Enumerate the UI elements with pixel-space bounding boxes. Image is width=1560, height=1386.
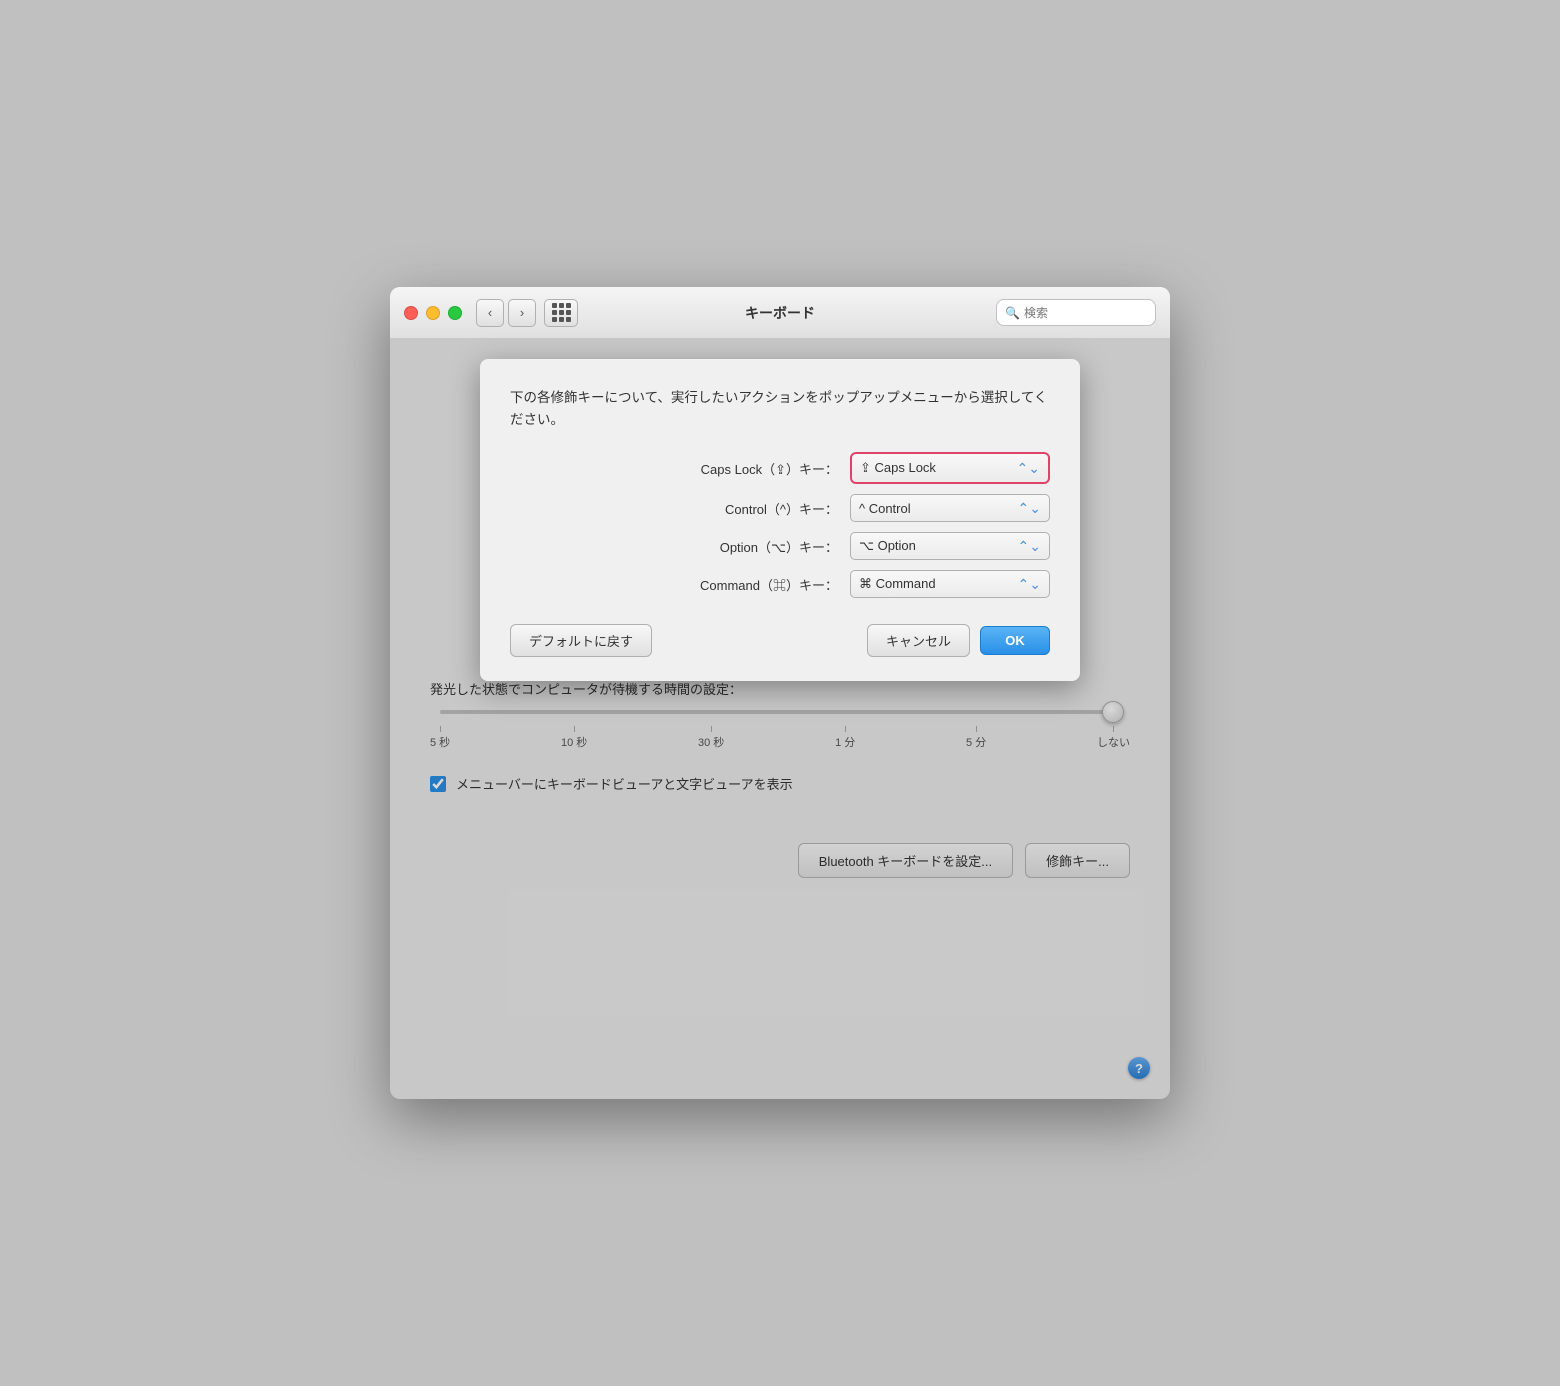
command-value: ⌘ Command: [859, 576, 936, 592]
caps-lock-row: Caps Lock（⇪）キー： ⇪ Caps Lock ⌃⌄: [510, 452, 1050, 484]
modifier-rows: Caps Lock（⇪）キー： ⇪ Caps Lock ⌃⌄ Control（^…: [510, 452, 1050, 598]
dialog-description: 下の各修飾キーについて、実行したいアクションをポップアップメニューから選択してく…: [510, 387, 1050, 430]
traffic-lights: [404, 306, 462, 320]
option-row: Option（⌥）キー： ⌥ Option ⌃⌄: [510, 532, 1050, 560]
maximize-button[interactable]: [448, 306, 462, 320]
option-label: Option（⌥）キー：: [638, 537, 838, 556]
option-select[interactable]: ⌥ Option ⌃⌄: [850, 532, 1050, 560]
dialog-overlay: 下の各修飾キーについて、実行したいアクションをポップアップメニューから選択してく…: [390, 339, 1170, 1099]
back-button[interactable]: ‹: [476, 299, 504, 327]
caps-lock-select[interactable]: ⇪ Caps Lock ⌃⌄: [850, 452, 1050, 484]
nav-buttons: ‹ ›: [476, 299, 536, 327]
titlebar: ‹ › キーボード 🔍 ✕: [390, 287, 1170, 339]
modifier-keys-dialog: 下の各修飾キーについて、実行したいアクションをポップアップメニューから選択してく…: [480, 359, 1080, 681]
control-value: ^ Control: [859, 501, 911, 516]
command-label: Command（⌘）キー：: [638, 575, 838, 594]
dialog-left-buttons: デフォルトに戻す: [510, 624, 652, 657]
command-arrow-icon: ⌃⌄: [1018, 576, 1041, 593]
caps-lock-arrow-icon: ⌃⌄: [1017, 460, 1040, 477]
control-row: Control（^）キー： ^ Control ⌃⌄: [510, 494, 1050, 522]
dialog-buttons: デフォルトに戻す キャンセル OK: [510, 624, 1050, 657]
close-button[interactable]: [404, 306, 418, 320]
search-input[interactable]: [1024, 306, 1170, 320]
command-select[interactable]: ⌘ Command ⌃⌄: [850, 570, 1050, 598]
grid-icon: [552, 303, 571, 322]
window-title: キーボード: [745, 303, 815, 323]
keyboard-preferences-window: ‹ › キーボード 🔍 ✕ 下の各修飾キーについて、実行したいアクションをポップ…: [390, 287, 1170, 1099]
ok-button[interactable]: OK: [980, 626, 1050, 655]
option-value: ⌥ Option: [859, 538, 916, 554]
main-content: 下の各修飾キーについて、実行したいアクションをポップアップメニューから選択してく…: [390, 339, 1170, 1099]
command-row: Command（⌘）キー： ⌘ Command ⌃⌄: [510, 570, 1050, 598]
option-arrow-icon: ⌃⌄: [1018, 538, 1041, 555]
control-arrow-icon: ⌃⌄: [1018, 500, 1041, 517]
minimize-button[interactable]: [426, 306, 440, 320]
caps-lock-label: Caps Lock（⇪）キー：: [638, 459, 838, 478]
search-icon: 🔍: [1005, 306, 1020, 320]
reset-defaults-button[interactable]: デフォルトに戻す: [510, 624, 652, 657]
search-box[interactable]: 🔍 ✕: [996, 299, 1156, 326]
forward-button[interactable]: ›: [508, 299, 536, 327]
grid-view-button[interactable]: [544, 299, 578, 327]
caps-lock-value: ⇪ Caps Lock: [860, 460, 936, 476]
cancel-button[interactable]: キャンセル: [867, 624, 970, 657]
control-label: Control（^）キー：: [638, 499, 838, 518]
control-select[interactable]: ^ Control ⌃⌄: [850, 494, 1050, 522]
